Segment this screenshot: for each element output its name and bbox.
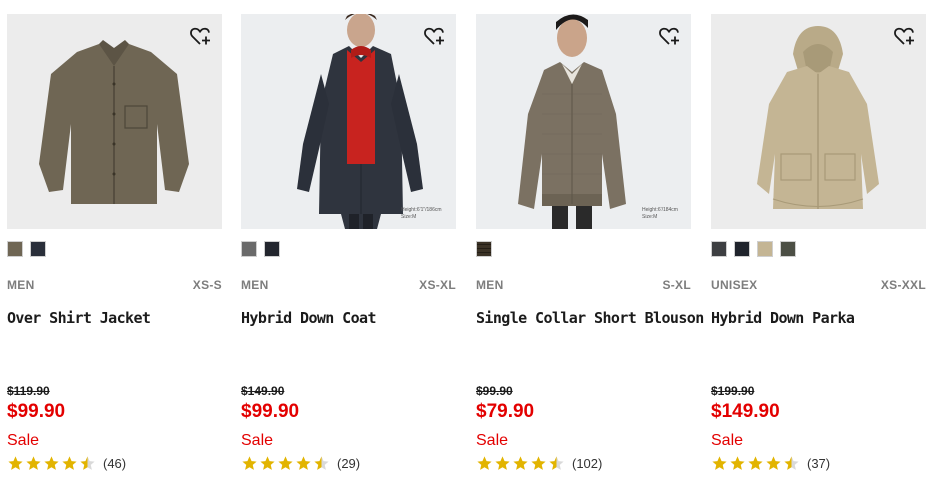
- color-swatch[interactable]: [30, 241, 46, 257]
- star-icon: [531, 455, 546, 470]
- review-count: (102): [572, 455, 603, 471]
- product-grid: MEN XS-S Over Shirt Jacket $119.90 $99.9…: [7, 14, 932, 494]
- rating: (29): [241, 454, 360, 472]
- sale-badge: Sale: [241, 432, 274, 449]
- star-icon: [730, 455, 745, 470]
- color-swatches: [711, 241, 796, 257]
- gender-label: MEN: [241, 278, 269, 292]
- star-rating: [476, 455, 565, 472]
- star-icon: [8, 455, 23, 470]
- size-range: S-XL: [662, 278, 691, 292]
- gender-label: UNISEX: [711, 278, 758, 292]
- star-icon: [314, 455, 329, 470]
- color-swatches: [7, 241, 46, 257]
- gender-label: MEN: [476, 278, 504, 292]
- star-icon: [260, 455, 275, 470]
- product-image[interactable]: [7, 14, 222, 229]
- star-icon: [784, 455, 799, 470]
- product-image[interactable]: [711, 14, 926, 229]
- review-count: (46): [103, 455, 127, 471]
- heart-plus-icon[interactable]: [892, 24, 916, 48]
- rating: (102): [476, 454, 602, 472]
- product-card[interactable]: MEN XS-S Over Shirt Jacket $119.90 $99.9…: [7, 14, 222, 494]
- original-price: $119.90: [7, 384, 50, 398]
- original-price: $149.90: [241, 384, 285, 398]
- star-rating: [711, 455, 800, 472]
- review-count: (29): [337, 455, 361, 471]
- star-icon: [748, 455, 763, 470]
- color-swatch[interactable]: [734, 241, 750, 257]
- star-icon: [495, 455, 510, 470]
- product-card[interactable]: UNISEX XS-XXL Hybrid Down Parka $199.90 …: [711, 14, 926, 494]
- star-icon: [712, 455, 727, 470]
- star-icon: [44, 455, 59, 470]
- color-swatches: [241, 241, 280, 257]
- color-swatch[interactable]: [757, 241, 773, 257]
- model-caption: Height:6'/184cm Size:M: [642, 207, 678, 220]
- heart-plus-icon[interactable]: [657, 24, 681, 48]
- sale-badge: Sale: [7, 432, 40, 449]
- color-swatch[interactable]: [780, 241, 796, 257]
- product-meta: UNISEX XS-XXL: [711, 278, 926, 294]
- product-name[interactable]: Hybrid Down Parka: [711, 309, 926, 327]
- product-image[interactable]: Height:6'/184cm Size:M: [476, 14, 691, 229]
- star-rating: [241, 455, 330, 472]
- rating: (37): [711, 454, 830, 472]
- sale-price: $149.90: [711, 401, 780, 422]
- color-swatch[interactable]: [711, 241, 727, 257]
- color-swatch[interactable]: [7, 241, 23, 257]
- product-meta: MEN XS-S: [7, 278, 222, 294]
- product-name[interactable]: Hybrid Down Coat: [241, 309, 456, 327]
- model-caption: Height:6'1"/186cm Size:M: [401, 207, 442, 220]
- star-icon: [296, 455, 311, 470]
- sale-badge: Sale: [476, 432, 509, 449]
- product-card[interactable]: Height:6'1"/186cm Size:M MEN XS-XL Hybri…: [241, 14, 456, 494]
- star-icon: [26, 455, 41, 470]
- star-icon: [513, 455, 528, 470]
- gender-label: MEN: [7, 278, 35, 292]
- sale-price: $99.90: [7, 401, 66, 422]
- product-name[interactable]: Over Shirt Jacket: [7, 309, 222, 327]
- color-swatches: [476, 241, 492, 257]
- star-icon: [549, 455, 564, 470]
- heart-plus-icon[interactable]: [188, 24, 212, 48]
- product-meta: MEN S-XL: [476, 278, 691, 294]
- size-range: XS-XL: [419, 278, 456, 292]
- color-swatch[interactable]: [476, 241, 492, 257]
- product-name[interactable]: Single Collar Short Blouson: [476, 309, 704, 327]
- product-meta: MEN XS-XL: [241, 278, 456, 294]
- size-range: XS-S: [192, 278, 222, 292]
- review-count: (37): [807, 455, 831, 471]
- star-icon: [766, 455, 781, 470]
- rating: (46): [7, 454, 126, 472]
- size-range: XS-XXL: [880, 278, 926, 292]
- star-icon: [278, 455, 293, 470]
- star-icon: [62, 455, 77, 470]
- color-swatch[interactable]: [264, 241, 280, 257]
- star-icon: [477, 455, 492, 470]
- original-price: $199.90: [711, 384, 755, 398]
- color-swatch[interactable]: [241, 241, 257, 257]
- product-card[interactable]: Height:6'/184cm Size:M MEN S-XL Single C…: [476, 14, 704, 494]
- product-image[interactable]: Height:6'1"/186cm Size:M: [241, 14, 456, 229]
- star-icon: [80, 455, 95, 470]
- heart-plus-icon[interactable]: [422, 24, 446, 48]
- sale-price: $99.90: [241, 401, 300, 422]
- star-icon: [242, 455, 257, 470]
- star-rating: [7, 455, 96, 472]
- sale-badge: Sale: [711, 432, 744, 449]
- original-price: $99.90: [476, 384, 513, 398]
- sale-price: $79.90: [476, 401, 535, 422]
